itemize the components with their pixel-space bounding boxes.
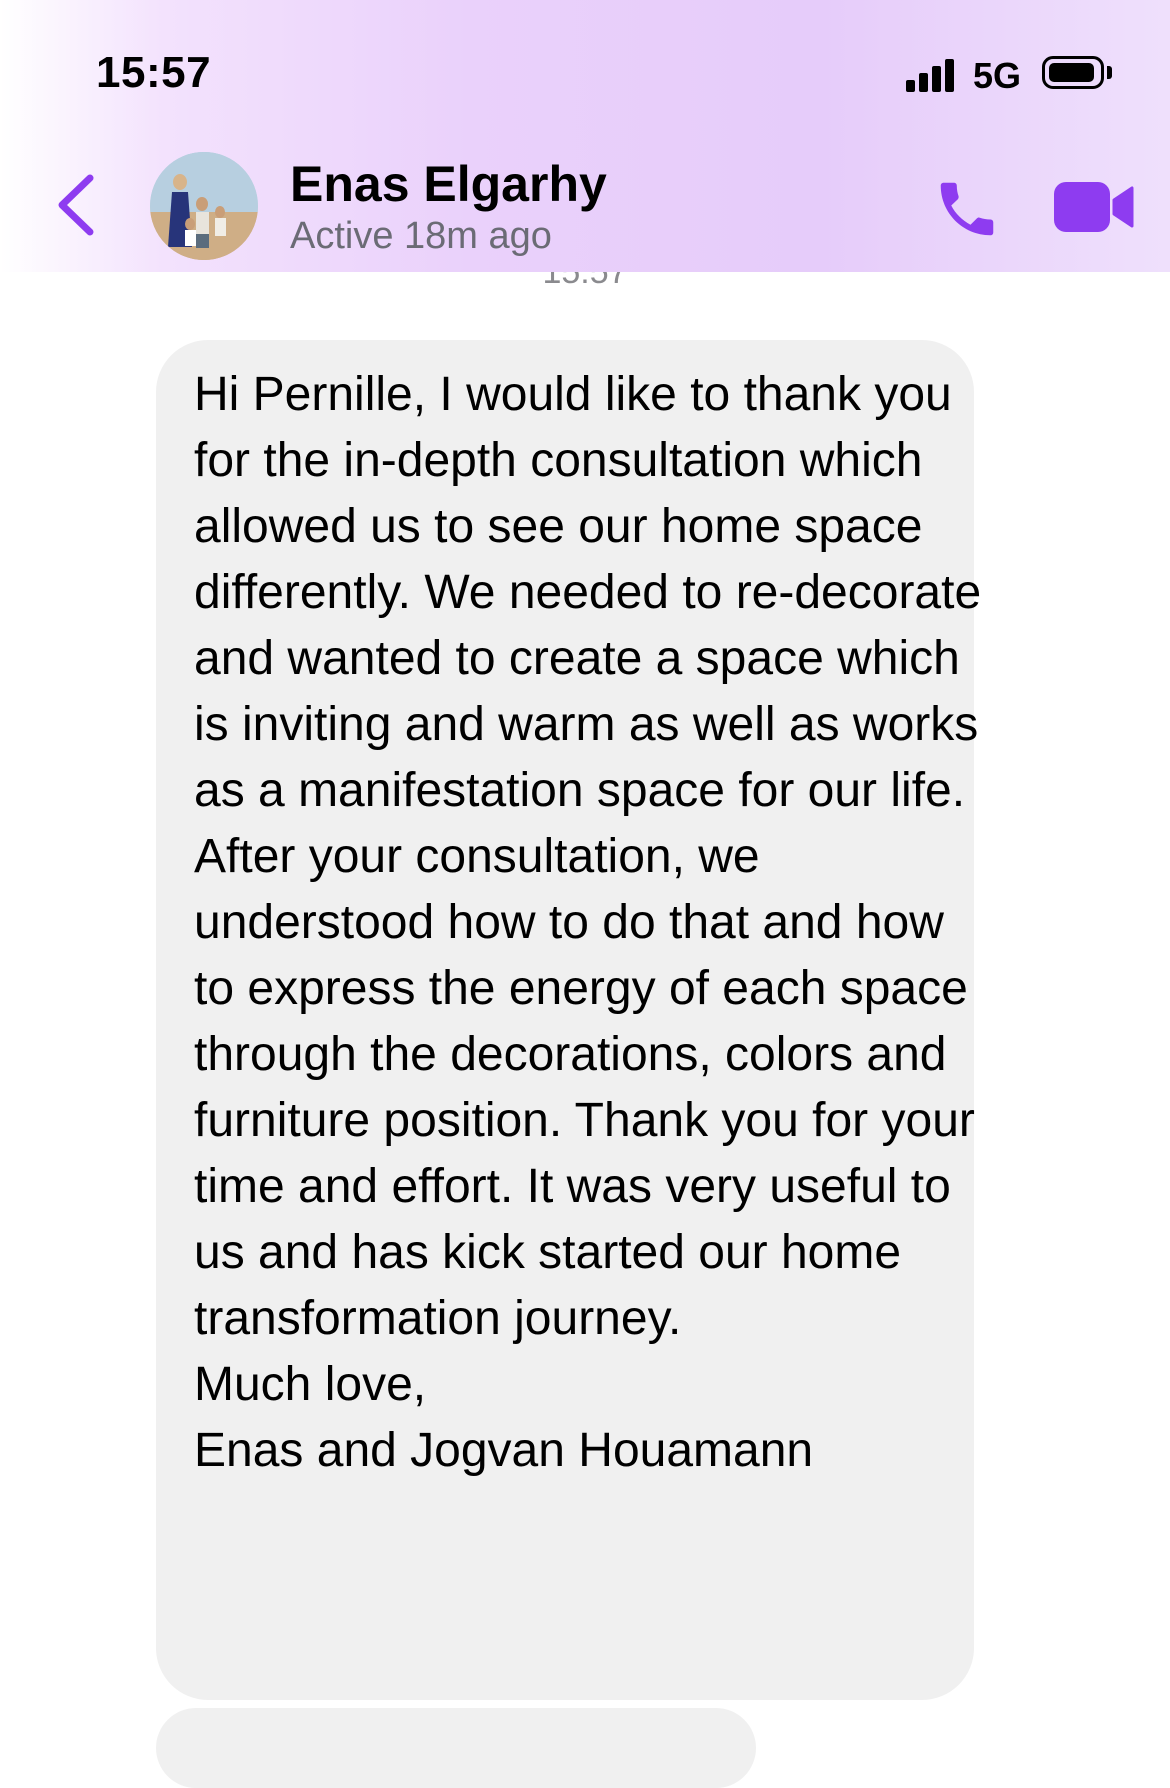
message-text: Hi Pernille, I would like to thank you f… — [194, 368, 982, 1477]
signal-icon — [906, 56, 960, 92]
network-type: 5G — [973, 55, 1022, 96]
battery-icon — [1042, 56, 1104, 89]
avatar[interactable] — [150, 152, 258, 260]
video-camera-icon[interactable] — [1054, 180, 1134, 234]
next-message-bubble[interactable] — [156, 1708, 756, 1788]
avatar-photo — [150, 152, 258, 260]
chat-header: 15:57 5G Enas Elgarhy Active 18m ago — [0, 0, 1170, 272]
contact-name[interactable]: Enas Elgarhy — [290, 155, 607, 213]
chevron-left-icon[interactable] — [54, 172, 98, 238]
status-time: 15:57 — [96, 48, 212, 97]
contact-status: Active 18m ago — [290, 215, 552, 257]
battery-nub — [1107, 66, 1112, 79]
phone-icon[interactable] — [932, 174, 1002, 244]
